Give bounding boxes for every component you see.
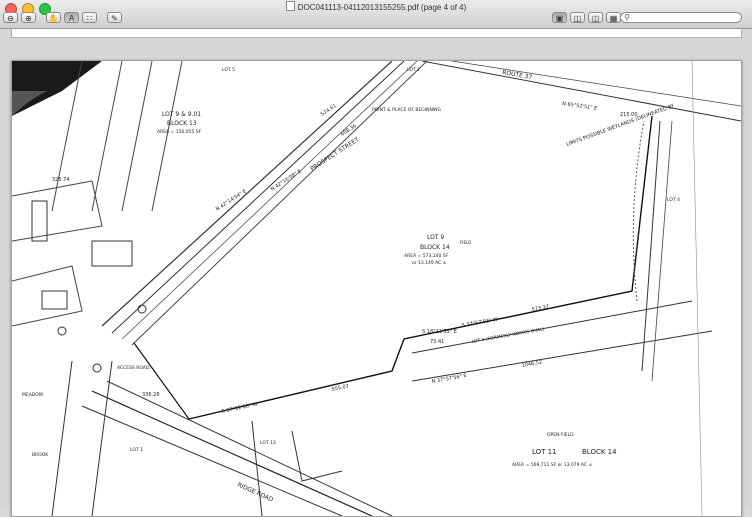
- prospect-street-line-2: [111, 61, 405, 334]
- bearing-south: S 37°52'08" W: [221, 401, 258, 414]
- ridge-road-line-2: [106, 380, 393, 516]
- text-tool-button[interactable]: A: [64, 12, 79, 23]
- building-3: [41, 290, 68, 310]
- distance-1046: 1046.52: [521, 359, 542, 369]
- distance-336: 336.26: [142, 392, 160, 398]
- lot-9-boundary: [188, 115, 653, 420]
- zoom-out-icon: ⊖: [7, 14, 14, 23]
- view-sidebar-button[interactable]: ◫: [570, 12, 585, 23]
- distance-573: 573.37: [531, 304, 549, 313]
- bearing-short: S 18°11'53" E: [422, 329, 457, 335]
- lot-11-area: AREA = 569,711 SF or 13.079 AC ±: [512, 462, 592, 468]
- zoom-in-button[interactable]: ⊕: [21, 12, 36, 23]
- document-viewport[interactable]: PROSPECT STREET N 42°16'08" E N 42°14'54…: [0, 29, 752, 517]
- rect-select-icon: ∷: [86, 14, 93, 23]
- sidebar-icon: ◫: [573, 14, 582, 23]
- distance-325: 325.74: [52, 177, 70, 183]
- window-title-text: DOC041113-04112013155255.pdf (page 4 of …: [297, 3, 467, 12]
- move-tool-button[interactable]: ✋: [46, 12, 61, 23]
- block-14-label: BLOCK 14: [420, 244, 450, 251]
- contact-sheet-icon: ▦: [609, 14, 618, 23]
- scan-shadow: [12, 61, 102, 116]
- route-37-label: ROUTE 37: [502, 69, 533, 81]
- access-road-label: ACCESS ROAD: [117, 365, 150, 371]
- search-field[interactable]: ⚲: [620, 12, 742, 23]
- survey-marker-2: [137, 304, 147, 314]
- lot-9b-area: AREA = 156,055 SF: [157, 129, 202, 135]
- view-mode-buttons: ▣ ◫ ◫ ▦: [552, 12, 621, 23]
- single-page-icon: ▣: [555, 14, 564, 23]
- view-contact-sheet-button[interactable]: ▦: [606, 12, 621, 23]
- zoom-out-button[interactable]: ⊖: [3, 12, 18, 23]
- bearing-prospect-2: N 42°16'08" E: [270, 168, 303, 192]
- pencil-icon: ✎: [111, 14, 118, 23]
- lot-3-label: LOT 3 (FORMERLY NORRIS OVAL): [471, 326, 545, 345]
- text-tool-label: A: [68, 14, 75, 23]
- meadow-note: MEADOW: [22, 392, 44, 398]
- bearing-mid: S 37°57'03" W: [461, 317, 498, 329]
- toolbar-gap-2: [100, 12, 104, 23]
- search-input[interactable]: [633, 13, 737, 22]
- field-note: FIELD: [460, 240, 471, 245]
- east-boundary-2: [651, 120, 673, 382]
- block-14b-label: BLOCK 14: [582, 448, 617, 456]
- survey-marker-1: [92, 363, 102, 373]
- prospect-street-line-4: [131, 61, 428, 346]
- lot-3-line: [411, 300, 693, 354]
- lot-9-west-boundary: [133, 342, 190, 420]
- hand-icon: ✋: [48, 14, 59, 23]
- survey-marker-3: [57, 326, 67, 336]
- lot-9-label: LOT 9: [427, 234, 444, 241]
- zoom-in-icon: ⊕: [25, 14, 32, 23]
- lot-5-label: LOT 5: [222, 67, 235, 73]
- previous-page-edge: [11, 29, 742, 38]
- east-boundary: [641, 120, 661, 372]
- lot-1-label: LOT 1: [130, 447, 143, 453]
- cross-road-line-2: [51, 360, 73, 516]
- toolbar-gap: [39, 12, 43, 23]
- lot-1-top-label: LOT 1: [407, 67, 420, 73]
- lot-11-label: LOT 11: [532, 448, 557, 456]
- ridge-road-line-3: [81, 405, 343, 516]
- select-tool-button[interactable]: ∷: [82, 12, 97, 23]
- building-1: [91, 240, 133, 267]
- distance-73: 73.41: [430, 339, 444, 345]
- lot-9-area: AREA = 573,140 SF: [404, 253, 449, 259]
- pdf-page[interactable]: PROSPECT STREET N 42°16'08" E N 42°14'54…: [11, 60, 742, 517]
- route-37-line-2: [451, 61, 741, 107]
- pob-note: POINT & PLACE OF BEGINNING: [372, 107, 442, 113]
- title-bar: DOC041113-04112013155255.pdf (page 4 of …: [0, 0, 752, 29]
- page-edge-line: [691, 61, 703, 516]
- lot-3-lower-line: [411, 330, 713, 382]
- preview-window: DOC041113-04112013155255.pdf (page 4 of …: [0, 0, 752, 517]
- bearing-top: N 65°52'51" E: [562, 101, 598, 112]
- search-icon: ⚲: [624, 13, 630, 22]
- pdf-document-icon: [285, 1, 295, 11]
- survey-map: PROSPECT STREET N 42°16'08" E N 42°14'54…: [12, 61, 741, 516]
- wetland-line: [632, 120, 645, 302]
- block-13-label: BLOCK 13: [167, 120, 197, 127]
- building-2: [31, 200, 48, 242]
- prospect-street-line-3: [121, 61, 418, 340]
- lot-9-area-ac: or 13.149 AC ±: [412, 260, 447, 266]
- view-two-page-button[interactable]: ◫: [588, 12, 603, 23]
- cross-road-line-1: [91, 360, 113, 516]
- toolbar-left: ⊖ ⊕ ✋ A ∷ ✎: [3, 12, 122, 23]
- open-field-note: OPEN FIELD: [547, 432, 574, 438]
- parcel-left-1: [12, 180, 103, 242]
- lot-13-label: LOT 13: [260, 440, 276, 446]
- brook-note: BROOK: [32, 452, 49, 458]
- view-single-page-button[interactable]: ▣: [552, 12, 567, 23]
- lot-4-label: LOT 4: [667, 197, 680, 203]
- window-title: DOC041113-04112013155255.pdf (page 4 of …: [0, 1, 752, 12]
- bearing-prospect-1: N 42°14'54" E: [215, 188, 248, 212]
- distance-524: 524.61: [320, 103, 338, 118]
- lot-9b-label: LOT 9 & 9.01: [162, 111, 201, 118]
- two-page-icon: ◫: [591, 14, 600, 23]
- annotate-button[interactable]: ✎: [107, 12, 122, 23]
- parcel-left-2: [12, 265, 83, 327]
